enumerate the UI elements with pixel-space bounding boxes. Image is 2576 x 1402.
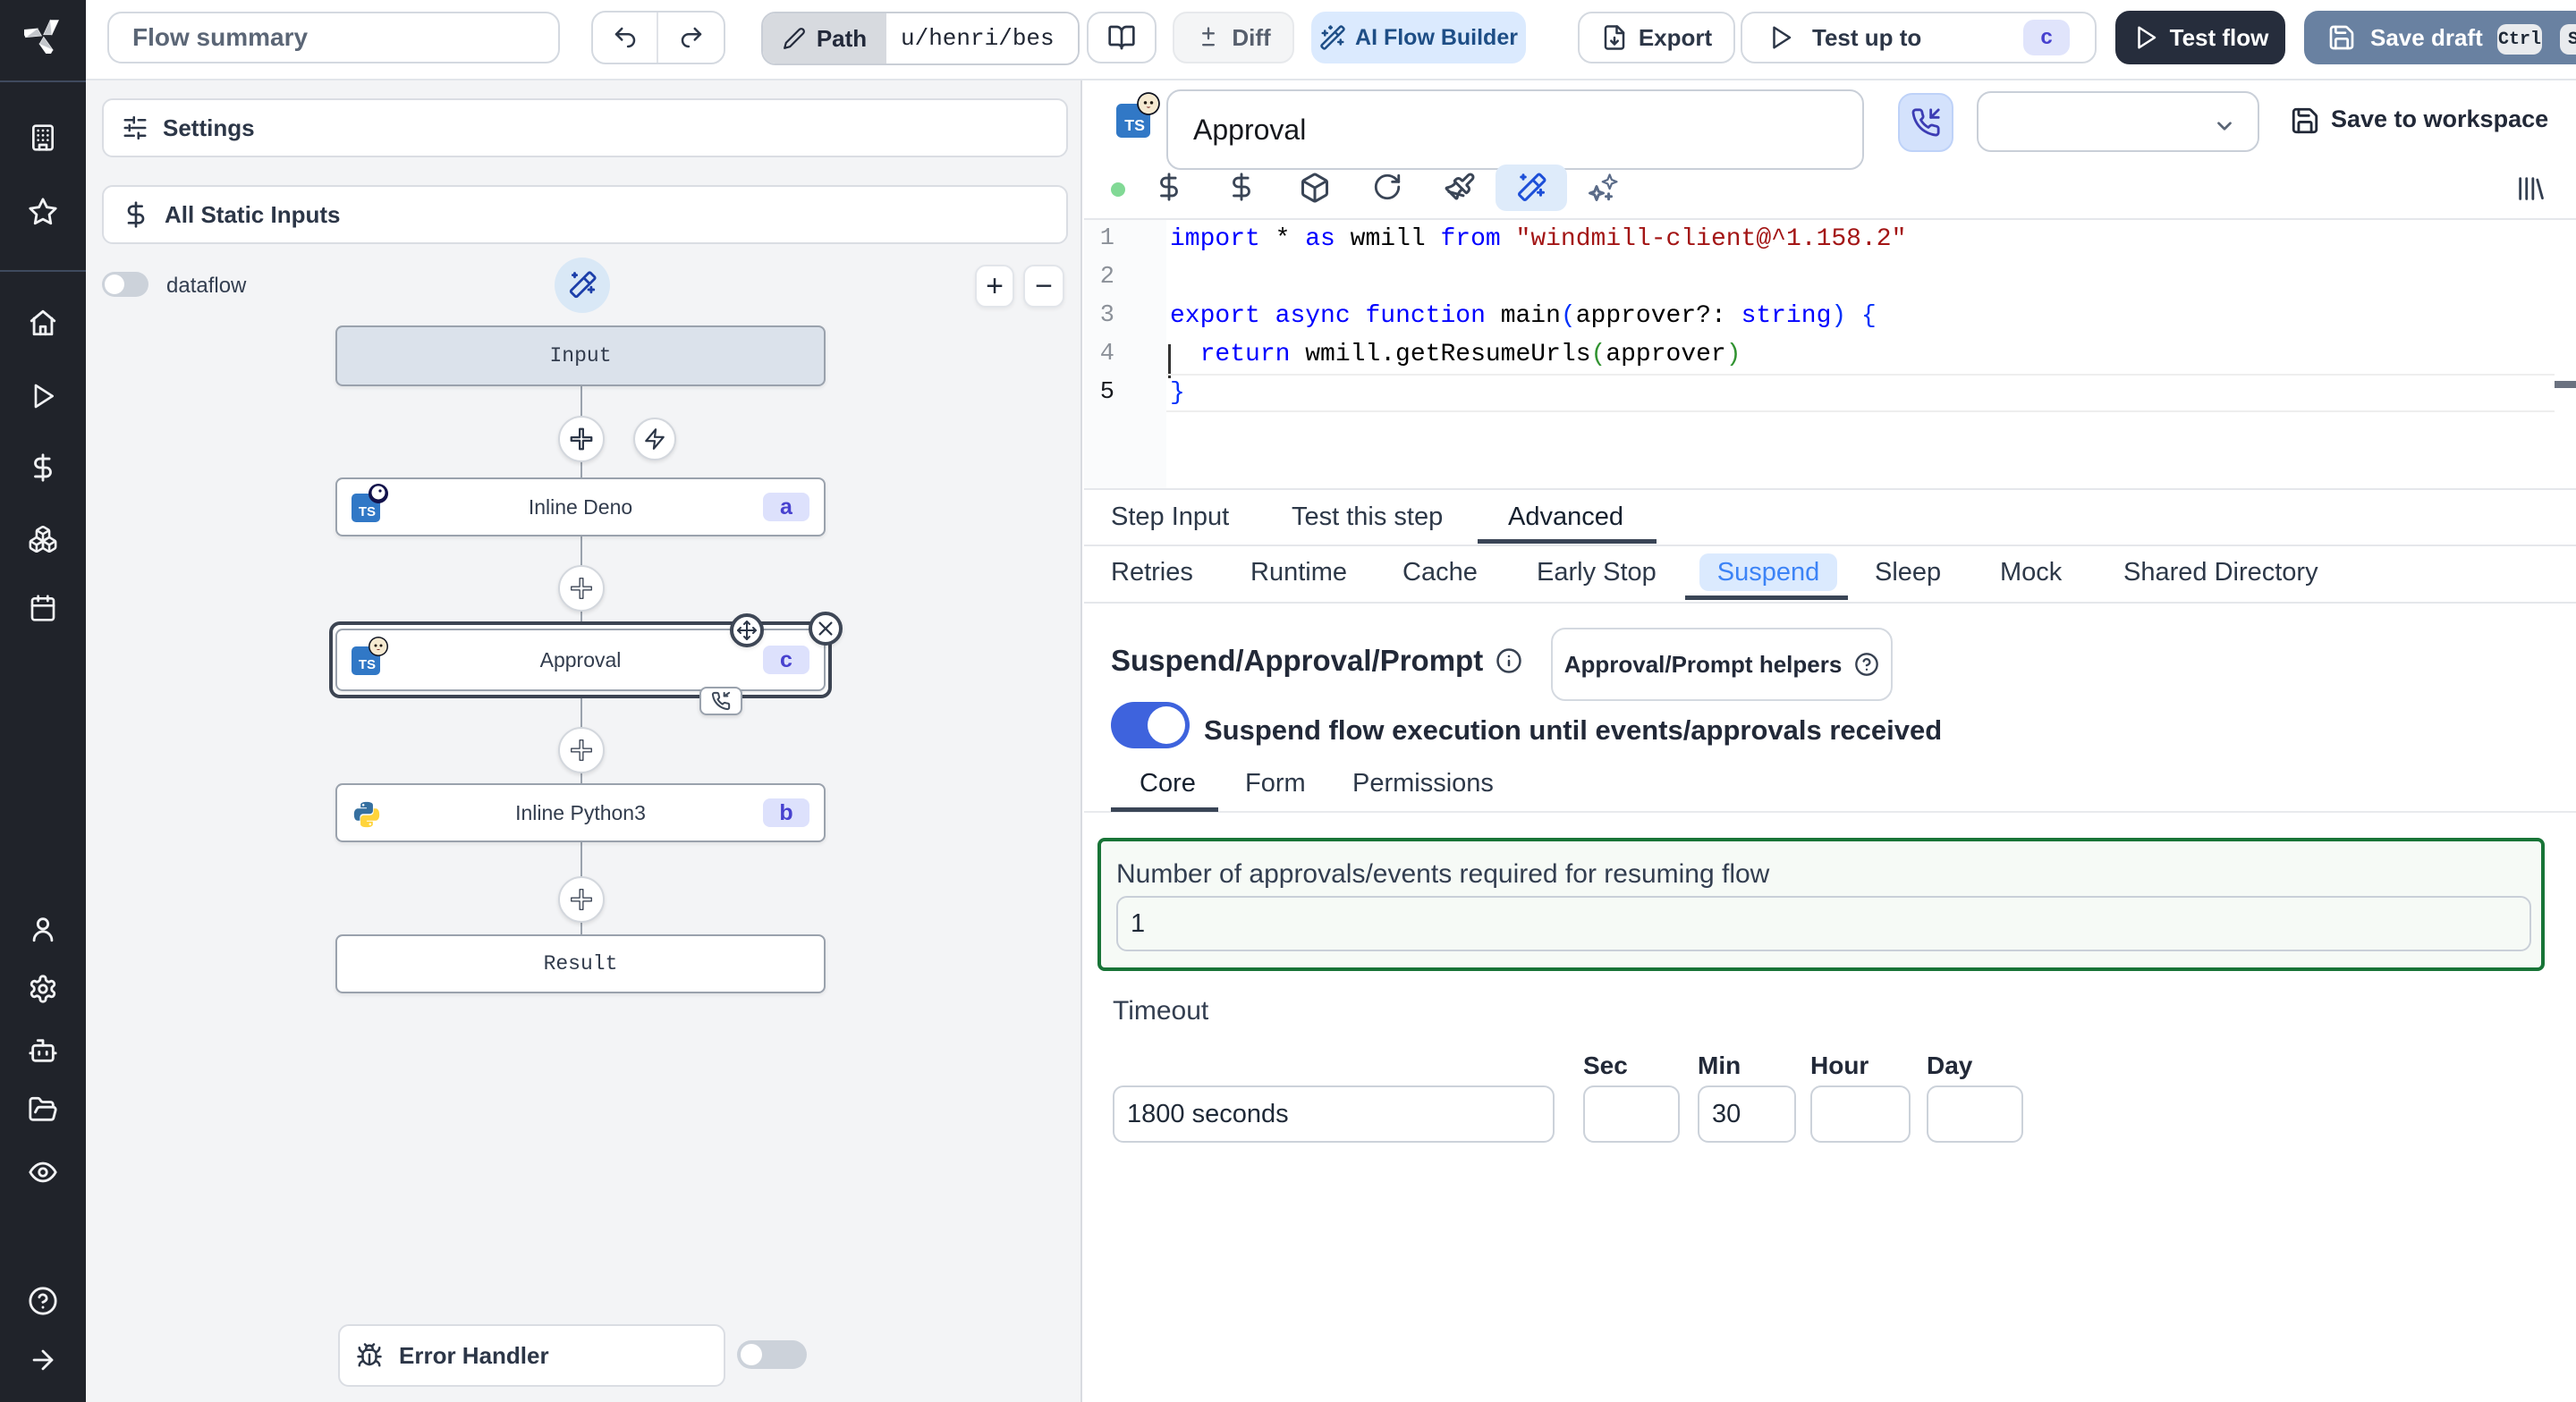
svg-text:TS: TS	[1124, 116, 1145, 134]
svg-text:TS: TS	[359, 657, 376, 672]
svg-text:TS: TS	[359, 504, 376, 519]
